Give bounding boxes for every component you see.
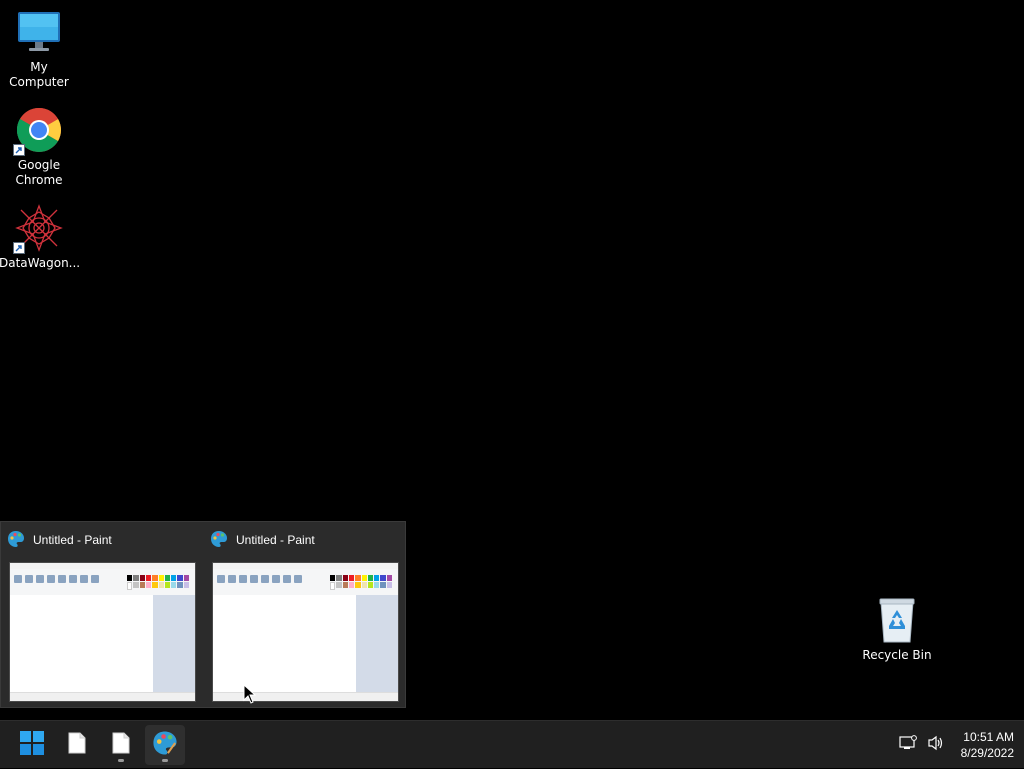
- preview-title: Untitled - Paint: [33, 533, 112, 547]
- desktop-icon-google-chrome[interactable]: Google Chrome: [0, 106, 79, 188]
- taskbar-app-document-1[interactable]: [57, 725, 97, 765]
- preview-title: Untitled - Paint: [236, 533, 315, 547]
- start-button[interactable]: [12, 725, 52, 765]
- running-indicator: [118, 759, 124, 762]
- document-icon: [112, 732, 130, 758]
- system-tray: 10:51 AM 8/29/2022: [899, 721, 1014, 769]
- preview-header: Untitled - Paint: [210, 530, 315, 550]
- taskbar: 10:51 AM 8/29/2022: [0, 720, 1024, 768]
- paint-window-thumbnail: [212, 562, 399, 702]
- network-icon[interactable]: [899, 735, 917, 755]
- windows-start-icon: [20, 731, 44, 759]
- desktop-icon-label: Google: [17, 158, 61, 172]
- datawagon-icon: [13, 204, 63, 254]
- desktop-icon-label: Chrome: [15, 173, 63, 187]
- clock-time: 10:51 AM: [963, 730, 1014, 744]
- shortcut-arrow-icon: [13, 144, 25, 156]
- preview-thumbnail-2[interactable]: Untitled - Paint: [204, 522, 404, 708]
- paint-window-thumbnail: [9, 562, 196, 702]
- chrome-icon: [13, 106, 63, 156]
- taskbar-app-document-2[interactable]: [101, 725, 141, 765]
- desktop-icon-my-computer[interactable]: My Computer: [0, 8, 79, 90]
- desktop-icon-recycle-bin[interactable]: Recycle Bin: [857, 596, 937, 663]
- paint-icon: [210, 530, 228, 551]
- paint-icon: [152, 730, 178, 760]
- taskbar-app-paint[interactable]: [145, 725, 185, 765]
- paint-icon: [7, 530, 25, 551]
- running-indicator: [162, 759, 168, 762]
- volume-icon[interactable]: [927, 735, 945, 755]
- clock[interactable]: 10:51 AM 8/29/2022: [955, 729, 1014, 761]
- document-icon: [68, 732, 86, 758]
- desktop-icon-label: My Computer: [9, 60, 69, 89]
- clock-date: 8/29/2022: [960, 746, 1014, 760]
- taskbar-preview-flyout: Untitled - Paint Untitled - Paint: [0, 521, 406, 708]
- preview-header: Untitled - Paint: [7, 530, 112, 550]
- shortcut-arrow-icon: [13, 242, 25, 254]
- mouse-cursor-icon: [243, 683, 257, 708]
- desktop-icon-label: Recycle Bin: [862, 648, 932, 662]
- recycle-bin-icon: [873, 596, 921, 644]
- desktop-icon-label: DataWagon...: [0, 256, 81, 270]
- monitor-icon: [15, 8, 63, 56]
- preview-thumbnail-1[interactable]: Untitled - Paint: [1, 522, 201, 708]
- desktop-icon-datawagon[interactable]: DataWagon...: [0, 204, 81, 271]
